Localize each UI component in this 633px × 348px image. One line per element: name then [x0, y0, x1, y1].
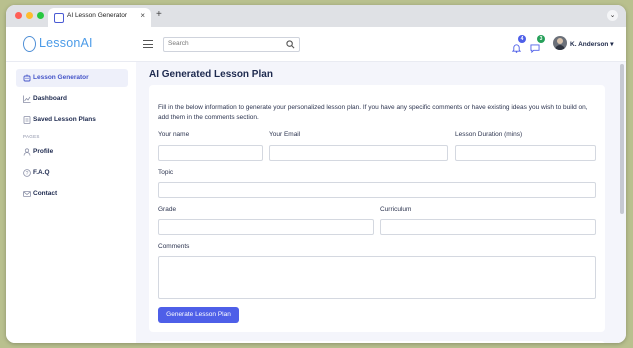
main-content: AI Generated Lesson Plan Fill in the bel…: [136, 62, 626, 343]
topic-label: Topic: [158, 169, 174, 176]
robot-icon: [23, 74, 31, 82]
menu-toggle-icon[interactable]: [143, 40, 153, 51]
sidebar-item-lesson-generator[interactable]: Lesson Generator: [16, 69, 128, 87]
search-input[interactable]: Search: [168, 40, 189, 47]
sidebar-item-contact[interactable]: Contact: [16, 185, 128, 203]
avatar[interactable]: [553, 36, 567, 50]
curriculum-label: Curriculum: [380, 206, 412, 213]
bell-icon: [511, 44, 522, 53]
tab-list-chevron-icon[interactable]: ⌄: [607, 10, 618, 21]
notifications-button[interactable]: 4: [511, 35, 526, 58]
form-intro-text: Fill in the below information to generat…: [158, 104, 588, 121]
favicon-icon: [54, 13, 64, 23]
result-card: [149, 341, 605, 343]
search-box[interactable]: Search: [163, 37, 300, 52]
messages-badge: 3: [537, 35, 545, 43]
duration-field[interactable]: [455, 145, 596, 161]
browser-tab[interactable]: AI Lesson Generator ×: [48, 8, 151, 27]
sidebar: Lesson Generator Dashboard Saved Lesson …: [6, 62, 136, 343]
grade-field[interactable]: [158, 219, 374, 235]
minimize-window-button[interactable]: [26, 12, 33, 19]
sidebar-item-label: Saved Lesson Plans: [33, 116, 96, 123]
email-field[interactable]: [269, 145, 448, 161]
page-title: AI Generated Lesson Plan: [149, 69, 273, 80]
sidebar-item-profile[interactable]: Profile: [16, 143, 128, 161]
sidebar-item-label: F.A.Q: [33, 169, 50, 176]
scrollbar[interactable]: [618, 62, 626, 343]
scrollbar-thumb[interactable]: [620, 64, 624, 214]
user-menu[interactable]: K. Anderson ▾: [570, 40, 613, 48]
messages-button[interactable]: 3: [530, 35, 545, 58]
notifications-badge: 4: [518, 35, 526, 43]
mail-icon: [23, 191, 31, 197]
grade-label: Grade: [158, 206, 177, 213]
lightbulb-icon: [23, 36, 36, 52]
curriculum-field[interactable]: [380, 219, 596, 235]
lesson-form-card: Fill in the below information to generat…: [149, 85, 605, 332]
email-label: Your Email: [269, 131, 301, 138]
browser-window: AI Lesson Generator × + ⌄ LessonAI Searc…: [6, 5, 626, 343]
generate-lesson-plan-button[interactable]: Generate Lesson Plan: [158, 307, 239, 323]
help-icon: ?: [23, 169, 31, 177]
svg-text:?: ?: [26, 171, 29, 177]
avatar-body: [555, 45, 565, 50]
comments-label: Comments: [158, 243, 190, 250]
maximize-window-button[interactable]: [37, 12, 44, 19]
user-icon: [23, 148, 31, 156]
avatar-head: [557, 38, 563, 44]
search-icon[interactable]: [286, 40, 295, 49]
sidebar-item-label: Lesson Generator: [33, 74, 89, 81]
name-field[interactable]: [158, 145, 263, 161]
sidebar-item-dashboard[interactable]: Dashboard: [16, 90, 128, 108]
sidebar-item-label: Dashboard: [33, 95, 67, 102]
close-window-button[interactable]: [15, 12, 22, 19]
sidebar-item-faq[interactable]: ? F.A.Q: [16, 164, 128, 182]
topic-field[interactable]: [158, 182, 596, 198]
chat-icon: [530, 44, 540, 54]
sidebar-item-label: Profile: [33, 148, 54, 155]
name-label: Your name: [158, 131, 190, 138]
document-icon: [23, 116, 31, 124]
sidebar-item-saved-lesson-plans[interactable]: Saved Lesson Plans: [16, 111, 128, 129]
new-tab-button[interactable]: +: [156, 9, 162, 20]
tab-close-icon[interactable]: ×: [140, 11, 145, 20]
sidebar-item-label: Contact: [33, 190, 58, 197]
comments-textarea[interactable]: [158, 256, 596, 299]
browser-tab-strip: AI Lesson Generator × + ⌄: [6, 5, 626, 27]
duration-label: Lesson Duration (mins): [455, 131, 523, 138]
logo-text: LessonAI: [39, 36, 93, 50]
app-header: LessonAI Search 4 3 K. Anderson ▾: [6, 27, 626, 62]
sidebar-section-label: PAGES: [23, 134, 40, 139]
chart-icon: [23, 95, 31, 103]
tab-title: AI Lesson Generator: [67, 12, 127, 19]
